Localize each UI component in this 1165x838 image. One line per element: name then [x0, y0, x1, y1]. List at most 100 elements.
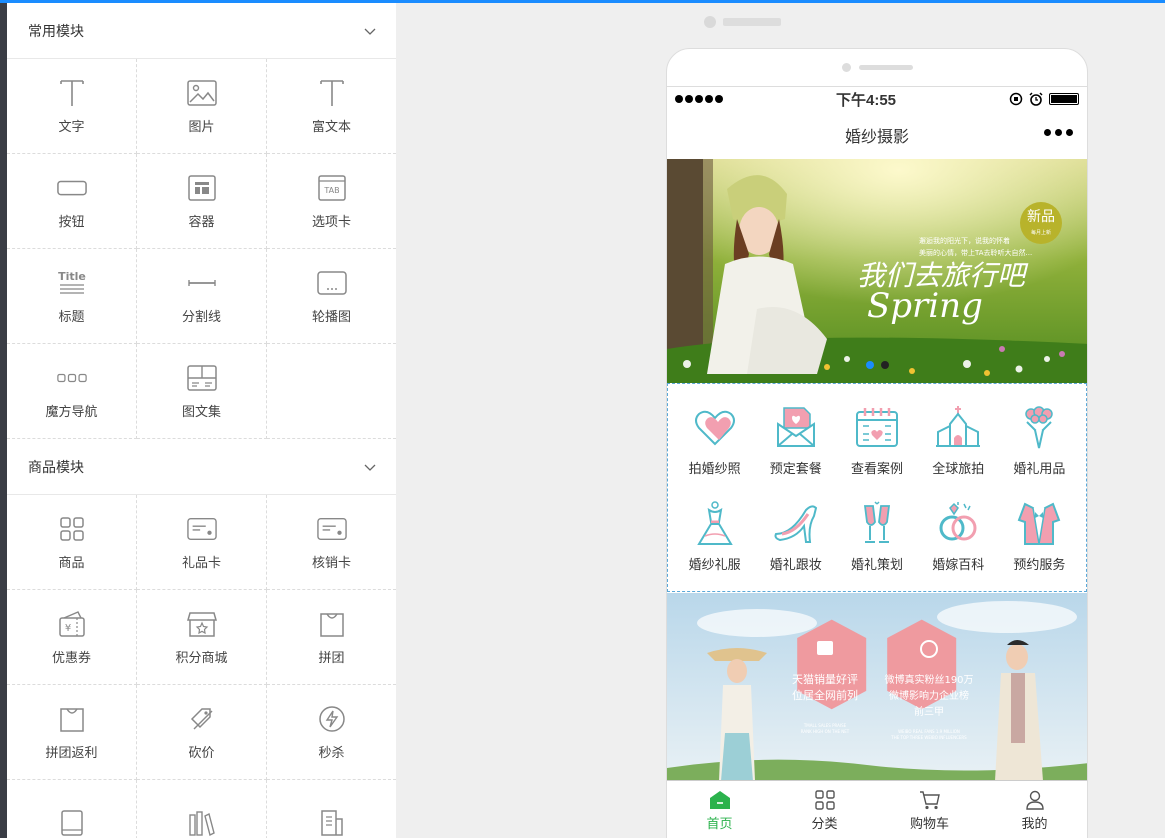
cube-nav-icon	[56, 363, 87, 393]
tab-home[interactable]: 首页	[667, 781, 772, 838]
tab-label: 我的	[1021, 815, 1048, 831]
left-edge-strip	[0, 3, 7, 838]
document-icon	[317, 808, 347, 838]
entry-book-package[interactable]: 预定套餐	[755, 392, 836, 489]
module-rich-text[interactable]: 富文本	[267, 59, 396, 154]
module-partial-3[interactable]	[267, 780, 396, 838]
promo-banner[interactable]: 天猫销量好评 位居全网前列 TMALL SALES PRAISE RANK HI…	[667, 592, 1087, 781]
module-image[interactable]: 图片	[137, 59, 267, 154]
promo-left-text2: 位居全网前列	[792, 688, 858, 702]
bargain-icon	[187, 704, 217, 734]
image-icon	[186, 78, 217, 108]
section-header-product[interactable]: 商品模块	[7, 439, 396, 495]
more-menu-icon[interactable]	[1044, 129, 1073, 136]
faded-header-placeholder	[704, 16, 781, 28]
promo-right-text2: 微博影响力企业榜	[889, 689, 969, 702]
module-button[interactable]: 按钮	[7, 154, 137, 249]
entry-label: 婚礼用品	[1013, 460, 1066, 476]
entry-global-travel-shoot[interactable]: 全球旅拍	[918, 392, 999, 489]
promo-right-text1: 微博真实粉丝190万	[884, 673, 973, 686]
section-header-common[interactable]: 常用模块	[7, 3, 396, 59]
entry-view-cases[interactable]: 查看案例	[836, 392, 917, 489]
high-heel-icon	[774, 505, 817, 544]
entry-appointment[interactable]: 预约服务	[999, 489, 1080, 586]
entry-wedding-dress[interactable]: 婚纱礼服	[674, 489, 755, 586]
module-cube-nav[interactable]: 魔方导航	[7, 344, 137, 439]
books-icon	[187, 808, 217, 838]
tab-icon-text: TAB	[323, 186, 339, 195]
module-label: 富文本	[311, 118, 351, 134]
rings-icon	[939, 502, 977, 541]
tab-label: 首页	[706, 815, 733, 831]
module-tab[interactable]: TAB 选项卡	[267, 154, 396, 249]
module-gift-card[interactable]: 礼品卡	[137, 495, 267, 590]
module-product[interactable]: 商品	[7, 495, 137, 590]
banner-carousel[interactable]: 新品 每月上新 邂逅我的阳光下，说我的怀着 美丽的心情，带上TA去聆听大自然..…	[667, 159, 1087, 383]
module-label: 文字	[58, 118, 85, 134]
module-text[interactable]: 文字	[7, 59, 137, 154]
promo-image: 天猫销量好评 位居全网前列 TMALL SALES PRAISE RANK HI…	[667, 593, 1087, 781]
module-group-buy[interactable]: 拼团	[267, 590, 396, 685]
category-entry-grid: 拍婚纱照 预定套餐 查看案例 全球旅拍 婚礼用品 婚纱礼服 婚礼跟妆 婚礼策划	[667, 383, 1087, 592]
module-flash-sale[interactable]: 秒杀	[267, 685, 396, 780]
entry-label: 全球旅拍	[932, 460, 985, 476]
module-title[interactable]: Title 标题	[7, 249, 137, 344]
module-container[interactable]: 容器	[137, 154, 267, 249]
promo-left-small2: RANK HIGH ON THE NET	[801, 729, 850, 734]
promo-left-text1: 天猫销量好评	[792, 672, 858, 686]
rotation-lock-icon	[1009, 92, 1023, 106]
module-label: 图文集	[181, 403, 221, 419]
module-group-rebate[interactable]: 拼团返利	[7, 685, 137, 780]
module-label: 轮播图	[311, 308, 351, 324]
module-label: 按钮	[58, 213, 85, 229]
entry-wedding-photo[interactable]: 拍婚纱照	[674, 392, 755, 489]
module-partial-2[interactable]	[137, 780, 267, 838]
module-points-mall[interactable]: 积分商城	[137, 590, 267, 685]
entry-wedding-planning[interactable]: 婚礼策划	[836, 489, 917, 586]
carousel-dot[interactable]	[881, 361, 889, 369]
status-right-icons	[1009, 92, 1079, 106]
bottom-tab-bar: 首页 分类 购物车 我的	[667, 780, 1087, 838]
carousel-icon	[316, 268, 347, 298]
tab-category[interactable]: 分类	[772, 781, 877, 838]
group-rebate-icon	[57, 704, 87, 734]
battery-icon	[1049, 93, 1079, 105]
title-icon-text: Title	[58, 270, 86, 283]
divider-icon	[187, 268, 217, 298]
module-carousel[interactable]: 轮播图	[267, 249, 396, 344]
module-divider[interactable]: 分割线	[137, 249, 267, 344]
camera-icon	[841, 63, 851, 72]
module-label: 砍价	[188, 744, 215, 760]
entry-label: 查看案例	[850, 460, 903, 476]
module-label: 优惠券	[51, 649, 91, 665]
entry-label: 婚礼策划	[850, 557, 903, 573]
promo-left-small1: TMALL SALES PRAISE	[803, 723, 847, 728]
module-label: 礼品卡	[181, 554, 221, 570]
status-bar: 下午4:55	[667, 87, 1087, 111]
module-verify-card[interactable]: 核销卡	[267, 495, 396, 590]
module-coupon[interactable]: ¥ 优惠券	[7, 590, 137, 685]
tab-cart[interactable]: 购物车	[877, 781, 982, 838]
status-time: 下午4:55	[835, 91, 897, 109]
banner-badge-sub: 每月上新	[1031, 229, 1051, 236]
entry-bridal-makeup[interactable]: 婚礼跟妆	[755, 489, 836, 586]
gift-card-icon	[186, 514, 217, 544]
entry-wedding-supplies[interactable]: 婚礼用品	[999, 392, 1080, 489]
carousel-dot-active[interactable]	[866, 361, 874, 369]
entry-wedding-encyclopedia[interactable]: 婚嫁百科	[918, 489, 999, 586]
coupon-icon: ¥	[57, 609, 87, 639]
phone-top-bezel	[667, 49, 1087, 87]
heart-icon	[694, 410, 735, 446]
module-bargain[interactable]: 砍价	[137, 685, 267, 780]
section-title: 常用模块	[28, 22, 84, 39]
entry-label: 婚礼跟妆	[769, 557, 822, 573]
module-label: 分割线	[181, 308, 221, 324]
banner-badge: 新品	[1027, 209, 1055, 225]
module-partial-1[interactable]	[7, 780, 137, 838]
tab-icon: TAB	[317, 173, 347, 203]
module-image-text[interactable]: 图文集	[137, 344, 267, 439]
tab-me[interactable]: 我的	[982, 781, 1087, 838]
button-icon	[56, 173, 87, 203]
rich-text-icon	[317, 78, 347, 108]
home-icon	[709, 790, 730, 809]
